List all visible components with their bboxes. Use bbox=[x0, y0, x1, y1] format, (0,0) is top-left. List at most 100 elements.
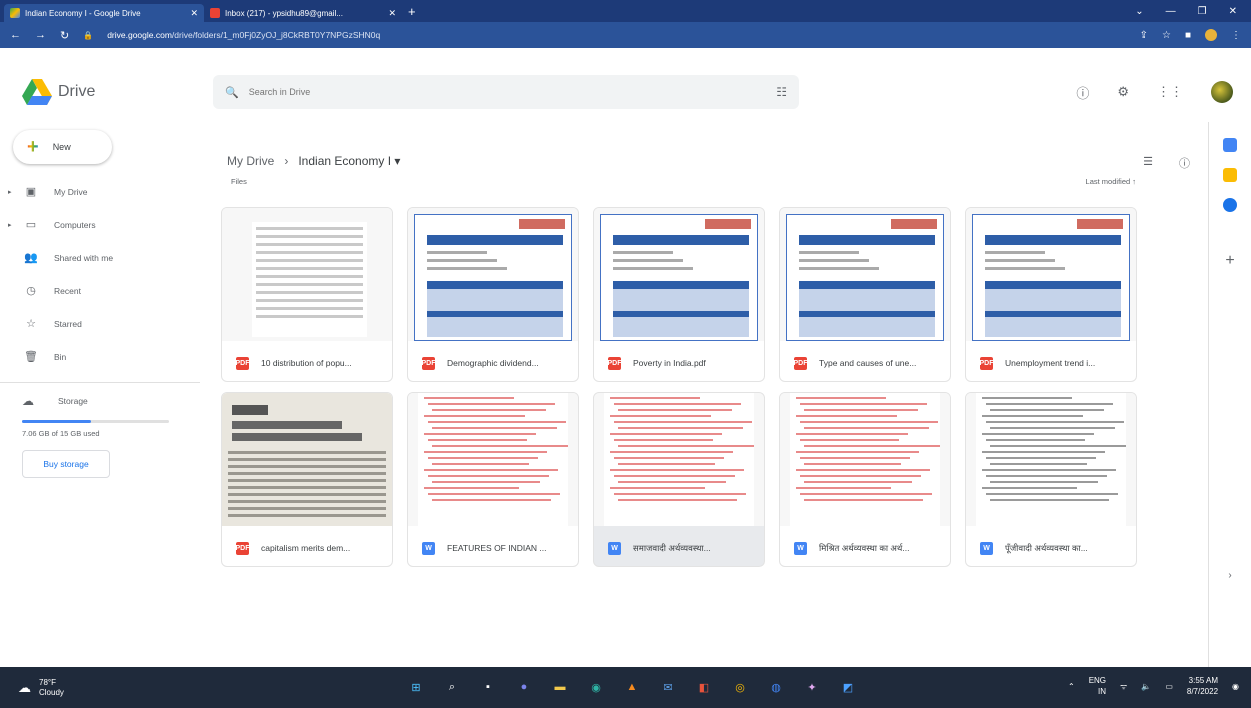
calendar-icon[interactable] bbox=[1223, 138, 1237, 152]
list-view-icon[interactable]: ☰ bbox=[1143, 155, 1153, 171]
file-thumbnail[interactable] bbox=[780, 393, 950, 526]
sort-control[interactable]: Last modified ↑ bbox=[1086, 177, 1136, 186]
file-name-row[interactable]: PDF capitalism merits dem... bbox=[222, 533, 392, 563]
language-indicator[interactable]: ENG IN bbox=[1089, 675, 1106, 697]
file-thumbnail[interactable] bbox=[966, 393, 1136, 526]
file-card[interactable]: PDF 10 distribution of popu... bbox=[221, 207, 393, 382]
tab-drive[interactable]: Indian Economy I - Google Drive ✕ bbox=[4, 4, 204, 22]
sort-arrow-icon[interactable]: ↑ bbox=[1132, 177, 1136, 186]
new-button[interactable]: + New bbox=[13, 130, 112, 164]
chrome-profile-icon[interactable]: ◍ bbox=[765, 676, 787, 698]
file-card[interactable]: W पूँजीवादी अर्थव्यवस्था का... bbox=[965, 392, 1137, 567]
sidebar-item-starred[interactable]: ☆ Starred bbox=[0, 307, 200, 340]
volume-icon[interactable]: 🔈 bbox=[1141, 682, 1151, 691]
paint-icon[interactable]: ✦ bbox=[801, 676, 823, 698]
file-thumbnail[interactable] bbox=[222, 208, 392, 341]
file-name-row[interactable]: PDF Unemployment trend i... bbox=[966, 348, 1136, 378]
file-name-row[interactable]: PDF Type and causes of une... bbox=[780, 348, 950, 378]
task-view-icon[interactable]: ▪ bbox=[477, 676, 499, 698]
search-options-icon[interactable]: ☷ bbox=[776, 85, 787, 99]
sidebar-item-recent[interactable]: ◷ Recent bbox=[0, 274, 200, 307]
file-thumbnail[interactable] bbox=[594, 208, 764, 341]
file-card[interactable]: PDF Type and causes of une... bbox=[779, 207, 951, 382]
menu-icon[interactable]: ⋮ bbox=[1231, 30, 1241, 41]
edge-icon[interactable]: ◉ bbox=[585, 676, 607, 698]
mail-icon[interactable]: ✉ bbox=[657, 676, 679, 698]
store-icon[interactable]: ◩ bbox=[837, 676, 859, 698]
file-card[interactable]: PDF Demographic dividend... bbox=[407, 207, 579, 382]
apps-grid-icon[interactable]: ⋮⋮ bbox=[1157, 84, 1183, 100]
search-icon[interactable]: 🔍 bbox=[225, 86, 239, 99]
chat-icon[interactable]: ● bbox=[513, 676, 535, 698]
minimize-icon[interactable]: — bbox=[1166, 6, 1176, 17]
settings-gear-icon[interactable]: ⚙ bbox=[1117, 84, 1129, 100]
file-card[interactable]: W समाजवादी अर्थव्यवस्था... bbox=[593, 392, 765, 567]
search-bar[interactable]: 🔍 ☷ bbox=[213, 75, 799, 109]
file-thumbnail[interactable] bbox=[408, 393, 578, 526]
details-info-icon[interactable]: ⓘ bbox=[1179, 155, 1190, 171]
file-thumbnail[interactable] bbox=[222, 393, 392, 526]
file-card[interactable]: PDF Poverty in India.pdf bbox=[593, 207, 765, 382]
profile-icon[interactable] bbox=[1205, 29, 1217, 41]
back-icon[interactable]: ← bbox=[10, 29, 21, 41]
file-name-row[interactable]: PDF 10 distribution of popu... bbox=[222, 348, 392, 378]
drive-logo[interactable]: Drive bbox=[22, 79, 95, 105]
share-icon[interactable]: ⇪ bbox=[1140, 30, 1148, 41]
search-taskbar-icon[interactable]: ⌕ bbox=[441, 676, 463, 698]
battery-icon[interactable]: ▭ bbox=[1165, 682, 1173, 691]
expand-caret-icon[interactable]: ▸ bbox=[8, 188, 18, 196]
tab-gmail[interactable]: Inbox (217) - ypsidhu89@gmail... ✕ bbox=[204, 4, 402, 22]
file-card[interactable]: PDF Unemployment trend i... bbox=[965, 207, 1137, 382]
expand-caret-icon[interactable]: ▸ bbox=[8, 221, 18, 229]
close-window-icon[interactable]: ✕ bbox=[1229, 6, 1237, 17]
file-name-row[interactable]: W पूँजीवादी अर्थव्यवस्था का... bbox=[966, 533, 1136, 563]
tasks-icon[interactable] bbox=[1223, 198, 1237, 212]
help-icon[interactable]: ⓘ bbox=[1076, 83, 1089, 102]
search-input[interactable] bbox=[248, 87, 777, 97]
vlc-icon[interactable]: ▲ bbox=[621, 676, 643, 698]
file-card[interactable]: W FEATURES OF INDIAN ... bbox=[407, 392, 579, 567]
file-name-row[interactable]: PDF Demographic dividend... bbox=[408, 348, 578, 378]
tab-close-icon[interactable]: ✕ bbox=[388, 8, 396, 19]
tray-chevron-icon[interactable]: ⌃ bbox=[1068, 682, 1075, 691]
clock[interactable]: 3:55 AM 8/7/2022 bbox=[1187, 675, 1218, 697]
wifi-icon[interactable]: ᯤ bbox=[1120, 681, 1127, 692]
file-thumbnail[interactable] bbox=[408, 208, 578, 341]
extension-icon[interactable]: ■ bbox=[1185, 30, 1191, 41]
maximize-icon[interactable]: ❐ bbox=[1198, 6, 1207, 17]
sidebar-item-computers[interactable]: ▸ ▭ Computers bbox=[0, 208, 200, 241]
add-addon-icon[interactable]: + bbox=[1209, 252, 1251, 270]
chrome-icon[interactable]: ◎ bbox=[729, 676, 751, 698]
file-explorer-icon[interactable]: ▬ bbox=[549, 676, 571, 698]
file-thumbnail[interactable] bbox=[594, 393, 764, 526]
office-icon[interactable]: ◧ bbox=[693, 676, 715, 698]
start-icon[interactable]: ⊞ bbox=[405, 676, 427, 698]
forward-icon[interactable]: → bbox=[35, 29, 46, 41]
breadcrumb-current[interactable]: Indian Economy I ▾ bbox=[298, 154, 400, 168]
sidebar-item-shared-with-me[interactable]: 👥 Shared with me bbox=[0, 241, 200, 274]
sidebar-item-my-drive[interactable]: ▸ ▣ My Drive bbox=[0, 175, 200, 208]
url-field[interactable]: drive.google.com/drive/folders/1_m0Fj0Zy… bbox=[107, 30, 1139, 40]
breadcrumb-my-drive[interactable]: My Drive bbox=[227, 154, 274, 168]
file-name-row[interactable]: W समाजवादी अर्थव्यवस्था... bbox=[594, 533, 764, 563]
bookmark-star-icon[interactable]: ☆ bbox=[1162, 30, 1171, 41]
file-card[interactable]: PDF capitalism merits dem... bbox=[221, 392, 393, 567]
file-name-row[interactable]: W मिश्रित अर्थव्यवस्था का अर्थ... bbox=[780, 533, 950, 563]
reload-icon[interactable]: ↻ bbox=[60, 29, 69, 42]
new-tab-icon[interactable]: + bbox=[408, 4, 416, 19]
collapse-panel-icon[interactable]: › bbox=[1209, 570, 1251, 581]
weather-widget[interactable]: ☁ 78°F Cloudy bbox=[18, 678, 64, 698]
keep-icon[interactable] bbox=[1223, 168, 1237, 182]
tab-search-icon[interactable]: ⌄ bbox=[1135, 6, 1143, 17]
buy-storage-button[interactable]: Buy storage bbox=[22, 450, 110, 478]
tab-close-icon[interactable]: ✕ bbox=[190, 8, 198, 19]
sidebar-item-storage[interactable]: ☁ Storage bbox=[22, 388, 182, 414]
notification-icon[interactable]: ◉ bbox=[1232, 682, 1239, 691]
file-thumbnail[interactable] bbox=[780, 208, 950, 341]
file-name-row[interactable]: PDF Poverty in India.pdf bbox=[594, 348, 764, 378]
avatar[interactable] bbox=[1211, 81, 1233, 103]
file-card[interactable]: W मिश्रित अर्थव्यवस्था का अर्थ... bbox=[779, 392, 951, 567]
file-thumbnail[interactable] bbox=[966, 208, 1136, 341]
sidebar-item-bin[interactable]: 🗑 Bin bbox=[0, 340, 200, 373]
file-name-row[interactable]: W FEATURES OF INDIAN ... bbox=[408, 533, 578, 563]
